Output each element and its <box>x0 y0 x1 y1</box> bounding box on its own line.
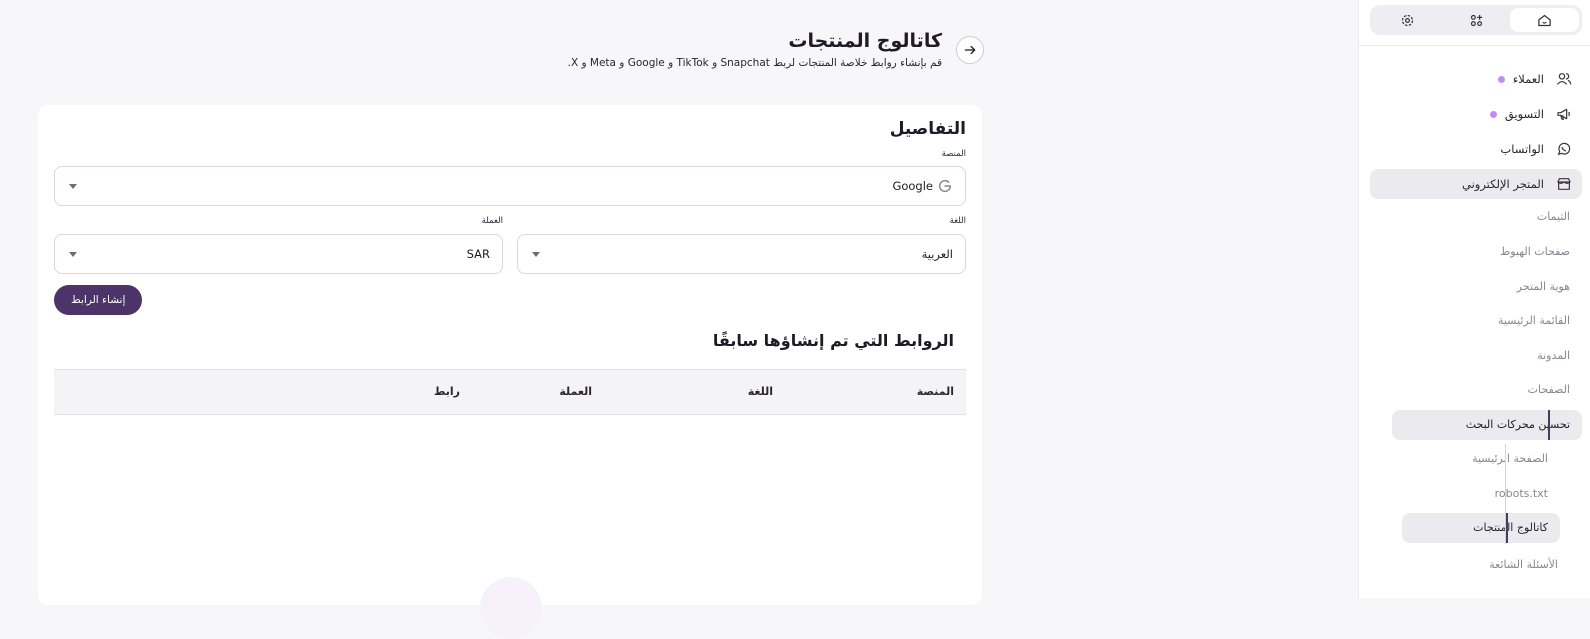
home-icon <box>1538 14 1551 26</box>
column-header-currency: العملة <box>559 385 592 398</box>
sidebar-nav: العملاء التسويق الواتساب المتجر الإلكترو… <box>1370 64 1582 204</box>
sidebar-item-customers[interactable]: العملاء <box>1370 64 1582 94</box>
google-icon <box>938 179 952 193</box>
megaphone-icon <box>1556 106 1572 122</box>
tab-settings[interactable] <box>1373 8 1442 32</box>
submenu-item-seo[interactable]: تحسين محركات البحث <box>1392 410 1582 440</box>
whatsapp-icon <box>1556 141 1572 157</box>
submenu-item-landing-pages[interactable]: صفحات الهبوط <box>1500 237 1582 267</box>
settings-icon <box>1401 14 1413 26</box>
sidebar-item-faq[interactable]: الأسئلة الشائعة <box>1489 550 1570 580</box>
details-title: التفاصيل <box>889 119 966 139</box>
tab-apps[interactable] <box>1442 8 1511 32</box>
submenu-item-store-identity[interactable]: هوية المتجر <box>1517 272 1582 302</box>
sidebar-item-label: المتجر الإلكتروني <box>1461 177 1544 191</box>
sidebar-item-whatsapp[interactable]: الواتساب <box>1370 134 1582 164</box>
submenu-item-homepage[interactable]: الصفحة الرئيسية <box>1472 444 1560 474</box>
notification-dot <box>1497 75 1505 83</box>
platform-select[interactable]: Google <box>54 166 966 206</box>
sidebar-top-tabs <box>1370 5 1582 35</box>
chevron-down-icon <box>69 252 77 257</box>
seo-active-indicator <box>1506 513 1508 543</box>
sidebar-item-label: العملاء <box>1512 72 1544 86</box>
column-header-platform: المنصة <box>916 385 954 398</box>
arrow-right-icon <box>964 45 976 55</box>
apps-icon <box>1470 14 1482 26</box>
currency-select[interactable]: SAR <box>54 234 503 274</box>
submenu-item-product-catalog[interactable]: كاتالوج المنتجات <box>1402 513 1560 543</box>
language-select[interactable]: العربية <box>517 234 966 274</box>
sidebar-item-store[interactable]: المتجر الإلكتروني <box>1370 169 1582 199</box>
store-icon <box>1556 176 1572 192</box>
platform-value: Google <box>892 179 933 193</box>
notification-dot <box>1489 110 1497 118</box>
sidebar: العملاء التسويق الواتساب المتجر الإلكترو… <box>1358 0 1590 598</box>
page-subtitle: قم بإنشاء روابط خلاصة المنتجات لربط Snap… <box>567 57 942 69</box>
sidebar-item-label: التسويق <box>1504 107 1544 121</box>
submenu-item-main-menu[interactable]: القائمة الرئيسية <box>1498 306 1582 336</box>
language-value: العربية <box>921 247 953 261</box>
sidebar-divider <box>1358 45 1590 46</box>
create-link-button[interactable]: إنشاء الرابط <box>54 285 143 315</box>
submenu-active-indicator <box>1548 410 1550 440</box>
empty-state-illustration <box>480 577 542 639</box>
language-label: اللغة <box>949 216 966 226</box>
users-icon <box>1556 71 1572 87</box>
submenu-item-themes[interactable]: الثيمات <box>1537 202 1582 232</box>
currency-label: العملة <box>481 216 503 226</box>
column-header-link: رابط <box>433 385 460 398</box>
chevron-down-icon <box>69 184 77 189</box>
platform-label: المنصة <box>941 149 966 159</box>
back-button[interactable] <box>956 36 984 64</box>
chevron-down-icon <box>532 252 540 257</box>
sidebar-item-label: الواتساب <box>1500 142 1544 156</box>
links-table-header: المنصة اللغة العملة رابط <box>54 369 966 415</box>
currency-value: SAR <box>466 247 490 261</box>
details-card: التفاصيل المنصة Google اللغة العربية الع… <box>38 105 982 639</box>
tab-home[interactable] <box>1510 8 1579 32</box>
sidebar-item-marketing[interactable]: التسويق <box>1370 99 1582 129</box>
submenu-item-blog[interactable]: المدونة <box>1537 341 1582 371</box>
previous-links-title: الروابط التي تم إنشاؤها سابقًا <box>712 331 954 350</box>
submenu-item-pages[interactable]: الصفحات <box>1528 375 1582 405</box>
page-title: كاتالوج المنتجات <box>788 30 942 52</box>
column-header-language: اللغة <box>747 385 773 398</box>
